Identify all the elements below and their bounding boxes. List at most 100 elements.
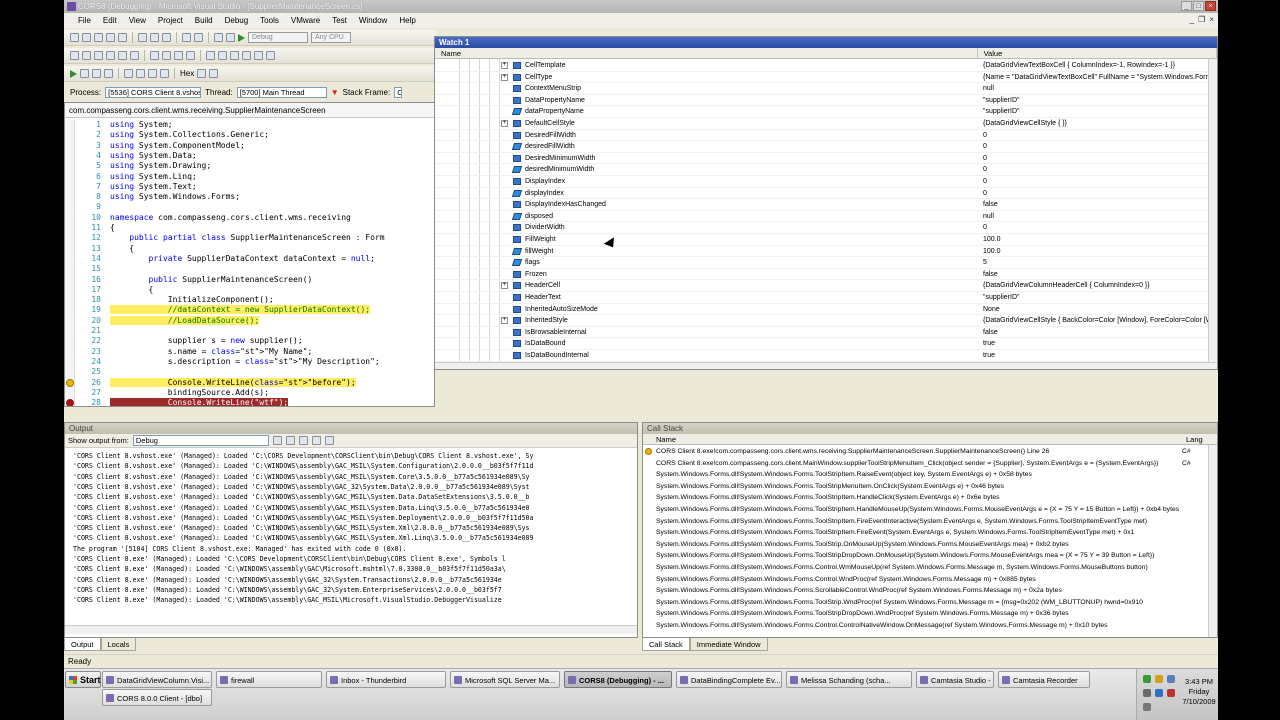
taskbar-item[interactable]: Inbox - Thunderbird [326,671,446,688]
watch-row-value[interactable]: true [979,350,1217,361]
add-item-icon[interactable] [82,33,91,42]
code-line[interactable]: 4 using System.Data; [77,151,197,161]
code-line[interactable]: 24 s.description = class="st">"My Descri… [77,357,379,367]
watch-row-value[interactable]: 100.0 [979,246,1217,257]
code-line[interactable]: 14 private SupplierDataContext dataConte… [77,254,375,264]
watch-row[interactable]: + DefaultCellStyle {DataGridViewCellStyle … [435,118,1217,130]
call-stack-row[interactable]: System.Windows.Forms.dll!System.Windows.… [643,562,1209,574]
call-stack-row[interactable]: System.Windows.Forms.dll!System.Windows.… [643,550,1209,562]
menu-vmware[interactable]: VMware [285,16,326,25]
code-line[interactable]: 17 { [77,285,153,295]
watch-row-value[interactable]: 0 [979,153,1217,164]
watch-row[interactable]: IsBrowsableInternal false [435,327,1217,339]
code-line[interactable]: 18 InitializeComponent(); [77,295,273,305]
send-to-back-icon[interactable] [266,51,275,60]
watch-row[interactable]: IsDataBound true [435,338,1217,350]
paste-icon[interactable] [162,33,171,42]
watch-row-value[interactable]: 100.0 [979,234,1217,245]
watch-row-value[interactable]: 5 [979,257,1217,268]
code-line[interactable]: 5 using System.Drawing; [77,161,211,171]
cut-icon[interactable] [138,33,147,42]
watch-row-value[interactable]: 0 [979,176,1217,187]
output-line[interactable]: 'CORS Client 8.vshost.exe' (Managed): Lo… [73,523,633,533]
solution-platform-select[interactable]: Any CPU [311,32,351,43]
menu-tools[interactable]: Tools [254,16,285,25]
watch-row-value[interactable]: 0 [979,130,1217,141]
watch-row[interactable]: dataPropertyName "supplierID" [435,106,1217,118]
output-line[interactable]: 'CORS Client 8.vshost.exe' (Managed): Lo… [73,533,633,543]
navigate-back-icon[interactable] [214,33,223,42]
watch-row-value[interactable]: {Name = "DataGridViewTextBoxCell" FullNa… [979,72,1217,83]
call-stack-row[interactable]: System.Windows.Forms.dll!System.Windows.… [643,597,1209,609]
expand-icon[interactable]: + [501,120,508,127]
watch-row[interactable]: FillWeight 100.0 [435,234,1217,246]
watch-row-value[interactable]: 0 [979,222,1217,233]
menu-window[interactable]: Window [353,16,393,25]
menu-debug[interactable]: Debug [219,16,255,25]
tab-output[interactable]: Output [64,638,101,651]
step-over-icon[interactable] [148,69,157,78]
align-top-icon[interactable] [106,51,115,60]
output-line[interactable]: 'CORS Client 8.vshost.exe' (Managed): Lo… [73,503,633,513]
taskbar-item[interactable]: CORS8 (Debugging) - ... [564,671,672,688]
watch-row[interactable]: + InheritedStyle {DataGridViewCellStyle { … [435,315,1217,327]
watch-name-column-header[interactable]: Name [435,48,978,58]
center-horizontally-icon[interactable] [230,51,239,60]
save-all-icon[interactable] [118,33,127,42]
watch-row-value[interactable]: "supplierID" [979,106,1217,117]
watch-row[interactable]: + CellTemplate {DataGridViewTextBoxCell { … [435,60,1217,72]
menu-help[interactable]: Help [393,16,421,25]
breakpoints-window-icon[interactable] [197,69,207,78]
code-line[interactable]: 22 supplier s = new supplier(); [77,336,302,346]
code-line[interactable]: 28 Console.WriteLine("wtf"); [77,398,289,406]
align-middle-icon[interactable] [118,51,127,60]
watch-row-value[interactable]: "supplierID" [979,95,1217,106]
output-line[interactable]: The program '[5104] CORS Client 8.vshost… [73,544,633,554]
call-stack-row[interactable]: System.Windows.Forms.dll!System.Windows.… [643,620,1209,632]
call-stack-row[interactable]: System.Windows.Forms.dll!System.Windows.… [643,516,1209,528]
align-right-icon[interactable] [94,51,103,60]
output-line[interactable]: 'CORS Client 8.exe' (Managed): Loaded 'C… [73,585,633,595]
watch-row-value[interactable]: true [979,338,1217,349]
watch-row-value[interactable]: false [979,327,1217,338]
doc-restore-icon[interactable]: ❐ [1198,15,1205,24]
watch-row[interactable]: + HeaderCell {DataGridViewColumnHeaderCell… [435,280,1217,292]
code-line[interactable]: 6 using System.Linq; [77,172,197,182]
watch-value-column-header[interactable]: Value [978,48,1217,58]
code-line[interactable]: 8 using System.Windows.Forms; [77,192,240,202]
taskbar-item[interactable]: CORS 8.0.0 Client - [dbo] [102,689,212,706]
process-select[interactable]: [5536] CORS Client 8.vshos [105,86,202,98]
expand-icon[interactable]: + [501,62,508,69]
watch-row-value[interactable]: null [979,83,1217,94]
output-line[interactable]: 'CORS Client 8.vshost.exe' (Managed): Lo… [73,492,633,502]
code-line[interactable]: 20 //LoadDataSource(); [77,315,260,326]
align-center-icon[interactable] [82,51,91,60]
output-line[interactable]: 'CORS Client 8.exe' (Managed): Loaded 'C… [73,564,633,574]
watch-row[interactable]: disposed null [435,211,1217,223]
size-to-grid-icon[interactable] [186,51,195,60]
save-icon[interactable] [106,33,115,42]
watch-row[interactable]: ContextMenuStrip null [435,83,1217,95]
taskbar-item[interactable]: DataBindingComplete Ev... [676,671,782,688]
watch-row[interactable]: DisplayIndex 0 [435,176,1217,188]
doc-minimize-icon[interactable]: _ [1190,15,1194,24]
watch-row-value[interactable]: {DataGridViewCellStyle { }} [979,118,1217,129]
solution-configuration-select[interactable]: Debug [248,32,308,43]
watch-row[interactable]: DesiredMinimumWidth 0 [435,153,1217,165]
call-stack-scrollbar[interactable] [1208,445,1217,637]
call-stack-name-column[interactable]: Name [643,434,1183,444]
vertical-spacing-icon[interactable] [218,51,227,60]
watch-row-value[interactable]: {DataGridViewCellStyle { BackColor=Color… [979,315,1217,326]
current-statement-arrow-icon[interactable] [66,378,74,387]
menu-test[interactable]: Test [326,16,353,25]
code-line[interactable]: 26 Console.WriteLine(class="st">"before"… [77,377,356,388]
navigate-forward-icon[interactable] [226,33,235,42]
expand-icon[interactable]: + [501,317,508,325]
output-line[interactable]: 'CORS Client 8.vshost.exe' (Managed): Lo… [73,451,633,461]
output-line[interactable]: 'CORS Client 8.exe' (Managed): Loaded 'C… [73,575,633,585]
watch-row-value[interactable]: 0 [979,164,1217,175]
code-line[interactable]: 3 using System.ComponentModel; [77,141,245,151]
watch-row[interactable]: DataPropertyName "supplierID" [435,95,1217,107]
code-line[interactable]: 2 using System.Collections.Generic; [77,130,269,140]
make-same-size-icon[interactable] [174,51,183,60]
